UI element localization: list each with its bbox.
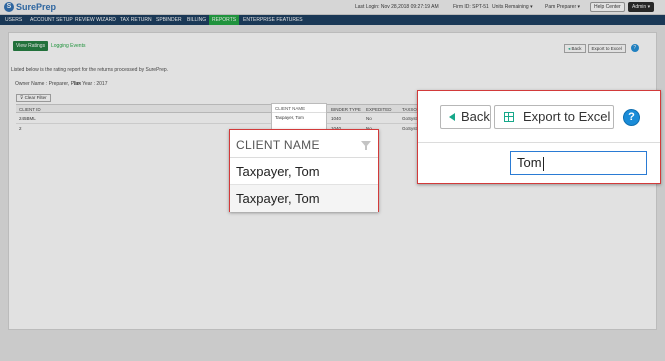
excel-grid-icon bbox=[504, 112, 514, 122]
client-name-filter-zoom: CLIENT NAME Taxpayer, Tom Taxpayer, Tom bbox=[229, 129, 379, 212]
client-name-header-small[interactable]: CLIENT NAME bbox=[272, 104, 326, 113]
toolbar-search-zoom: Back Export to Excel ? Tom bbox=[417, 90, 661, 184]
client-option[interactable]: Taxpayer, Tom bbox=[230, 185, 378, 212]
zoom-toolbar: Back Export to Excel ? bbox=[418, 91, 660, 143]
client-option-small[interactable]: Taxpayer, Tom bbox=[272, 113, 326, 122]
client-name-header-label: CLIENT NAME bbox=[236, 138, 320, 152]
client-name-filter-small: CLIENT NAME Taxpayer, Tom bbox=[271, 103, 327, 132]
client-name-column-header[interactable]: CLIENT NAME bbox=[230, 130, 378, 158]
export-to-excel-button[interactable]: Export to Excel bbox=[494, 105, 614, 129]
client-name-search-input[interactable]: Tom bbox=[510, 151, 647, 175]
filter-icon[interactable] bbox=[361, 141, 371, 150]
back-arrow-icon bbox=[449, 113, 455, 121]
client-option[interactable]: Taxpayer, Tom bbox=[230, 158, 378, 185]
help-icon[interactable]: ? bbox=[623, 109, 640, 126]
back-button[interactable]: Back bbox=[440, 105, 491, 129]
text-caret bbox=[542, 156, 544, 171]
